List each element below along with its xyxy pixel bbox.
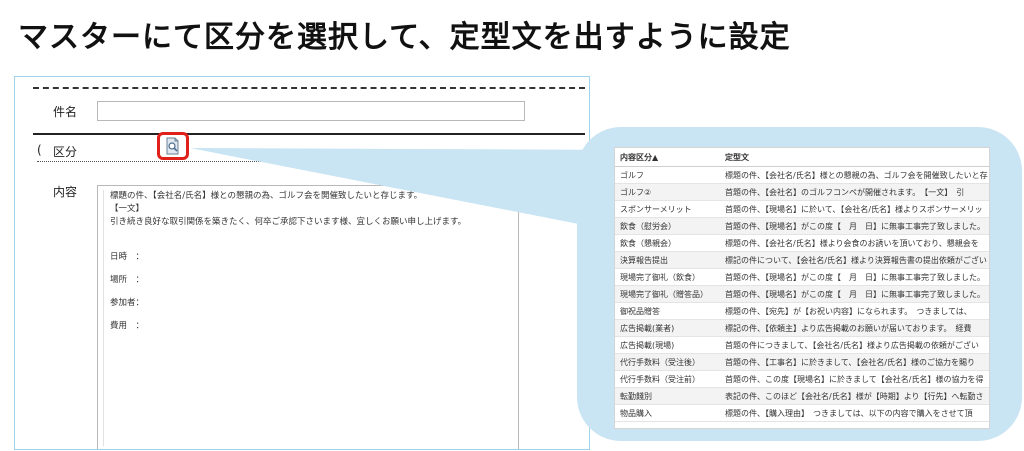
- table-row[interactable]: 御祝品贈答 標題の件、【宛先】が【お祝い内容】になられます。 つきましては、: [615, 302, 989, 320]
- cell-category: 現場完了御礼（飲食）: [615, 268, 720, 286]
- table-row[interactable]: 広告掲載(業者) 標記の件、【依頼主】より広告掲載のお願いが届いております。 経費: [615, 319, 989, 337]
- table-row[interactable]: 代行手数料（受注後） 首題の件、【工事名】に於きまして、【会社名/氏名】様のご協力…: [615, 353, 989, 371]
- cell-category: 代行手数料（受注後）: [615, 353, 720, 371]
- column-header-category[interactable]: 内容区分▲: [615, 148, 720, 167]
- table-row[interactable]: 物品購入 標題の件、【購入理由】 つきましては、以下の内容で購入をさせて頂: [615, 404, 989, 422]
- table-header-row: 内容区分▲ 定型文: [615, 148, 989, 167]
- table-row[interactable]: ゴルフ 標題の件、【会社名/氏名】様との懇親の為、ゴルフ会を開催致したいと存: [615, 166, 989, 184]
- cell-template: 標題の件、【会社名/氏名】様との懇親の為、ゴルフ会を開催致したいと存: [720, 166, 989, 184]
- cell-category: 広告掲載(現場): [615, 336, 720, 354]
- cell-category: 現場完了御礼（贈答品）: [615, 285, 720, 303]
- column-header-template[interactable]: 定型文: [720, 148, 989, 167]
- cell-category: ゴルフ: [615, 166, 720, 184]
- cell-template: 首題の件、【現場名】がこの度【 月 日】に無事工事完了致しました。: [720, 268, 989, 286]
- cell-template: 標題の件、【購入理由】 つきましては、以下の内容で購入をさせて頂: [720, 404, 989, 422]
- cell-category: ゴルフ②: [615, 183, 720, 201]
- table-row[interactable]: ゴルフ② 首題の件、【会社名】のゴルフコンペが開催されます。 【一文】 引: [615, 183, 989, 201]
- table-row[interactable]: スポンサーメリット 首題の件、【現場名】に於いて、【会社名/氏名】様よりスポンサー…: [615, 200, 989, 218]
- cell-template: 首題の件、【現場名】に於いて、【会社名/氏名】様よりスポンサーメリッ: [720, 200, 989, 218]
- template-picker-list: 内容区分▲ 定型文 ゴルフ 標題の件、【会社名/氏名】様との懇親の為、ゴルフ会を開…: [614, 147, 990, 429]
- cell-template: 首題の件につきまして、【会社名/氏名】様より広告掲載の依頼がござい: [720, 336, 989, 354]
- table-row[interactable]: 広告掲載(現場) 首題の件につきまして、【会社名/氏名】様より広告掲載の依頼がござ…: [615, 336, 989, 354]
- cell-template: 首題の件、この度【現場名】に於きまして【会社名/氏名】様の協力を得: [720, 370, 989, 388]
- table-row[interactable]: 飲食（懇親会） 標題の件、【会社名/氏名】様より会食のお誘いを頂いており、懇親会を: [615, 234, 989, 252]
- table-row[interactable]: 現場完了御礼（飲食） 首題の件、【現場名】がこの度【 月 日】に無事工事完了致しま…: [615, 268, 989, 286]
- table-row[interactable]: 飲食（慰労会） 首題の件、【現場名】がこの度【 月 日】に無事工事完了致しました。: [615, 217, 989, 235]
- table-row[interactable]: 代行手数料（受注前） 首題の件、この度【現場名】に於きまして【会社名/氏名】様の協…: [615, 370, 989, 388]
- table-body: ゴルフ 標題の件、【会社名/氏名】様との懇親の為、ゴルフ会を開催致したいと存 ゴルフ…: [615, 166, 989, 422]
- template-table: 内容区分▲ 定型文 ゴルフ 標題の件、【会社名/氏名】様との懇親の為、ゴルフ会を開…: [615, 148, 989, 422]
- cell-category: 転勤餞別: [615, 387, 720, 405]
- cell-template: 首題の件、【会社名】のゴルフコンペが開催されます。 【一文】 引: [720, 183, 989, 201]
- cell-template: 標題の件、【宛先】が【お祝い内容】になられます。 つきましては、: [720, 302, 989, 320]
- table-row[interactable]: 決算報告提出 標記の件について、【会社名/氏名】様より決算報告書の提出依頼がござい: [615, 251, 989, 269]
- cell-category: 飲食（慰労会）: [615, 217, 720, 235]
- cell-template: 表記の件、このほど【会社名/氏名】様が【時期】より【行先】へ転勤さ: [720, 387, 989, 405]
- table-row[interactable]: 現場完了御礼（贈答品） 首題の件、【現場名】がこの度【 月 日】に無事工事完了致し…: [615, 285, 989, 303]
- cell-template: 標題の件、【会社名/氏名】様より会食のお誘いを頂いており、懇親会を: [720, 234, 989, 252]
- cell-template: 標記の件について、【会社名/氏名】様より決算報告書の提出依頼がござい: [720, 251, 989, 269]
- cell-category: 代行手数料（受注前）: [615, 370, 720, 388]
- cell-category: スポンサーメリット: [615, 200, 720, 218]
- cell-category: 物品購入: [615, 404, 720, 422]
- cell-template: 首題の件、【現場名】がこの度【 月 日】に無事工事完了致しました。: [720, 285, 989, 303]
- cell-category: 御祝品贈答: [615, 302, 720, 320]
- cell-category: 広告掲載(業者): [615, 319, 720, 337]
- cell-template: 標記の件、【依頼主】より広告掲載のお願いが届いております。 経費: [720, 319, 989, 337]
- cell-template: 首題の件、【工事名】に於きまして、【会社名/氏名】様のご協力を賜り: [720, 353, 989, 371]
- table-row[interactable]: 転勤餞別 表記の件、このほど【会社名/氏名】様が【時期】より【行先】へ転勤さ: [615, 387, 989, 405]
- cell-category: 飲食（懇親会）: [615, 234, 720, 252]
- cell-category: 決算報告提出: [615, 251, 720, 269]
- cell-template: 首題の件、【現場名】がこの度【 月 日】に無事工事完了致しました。: [720, 217, 989, 235]
